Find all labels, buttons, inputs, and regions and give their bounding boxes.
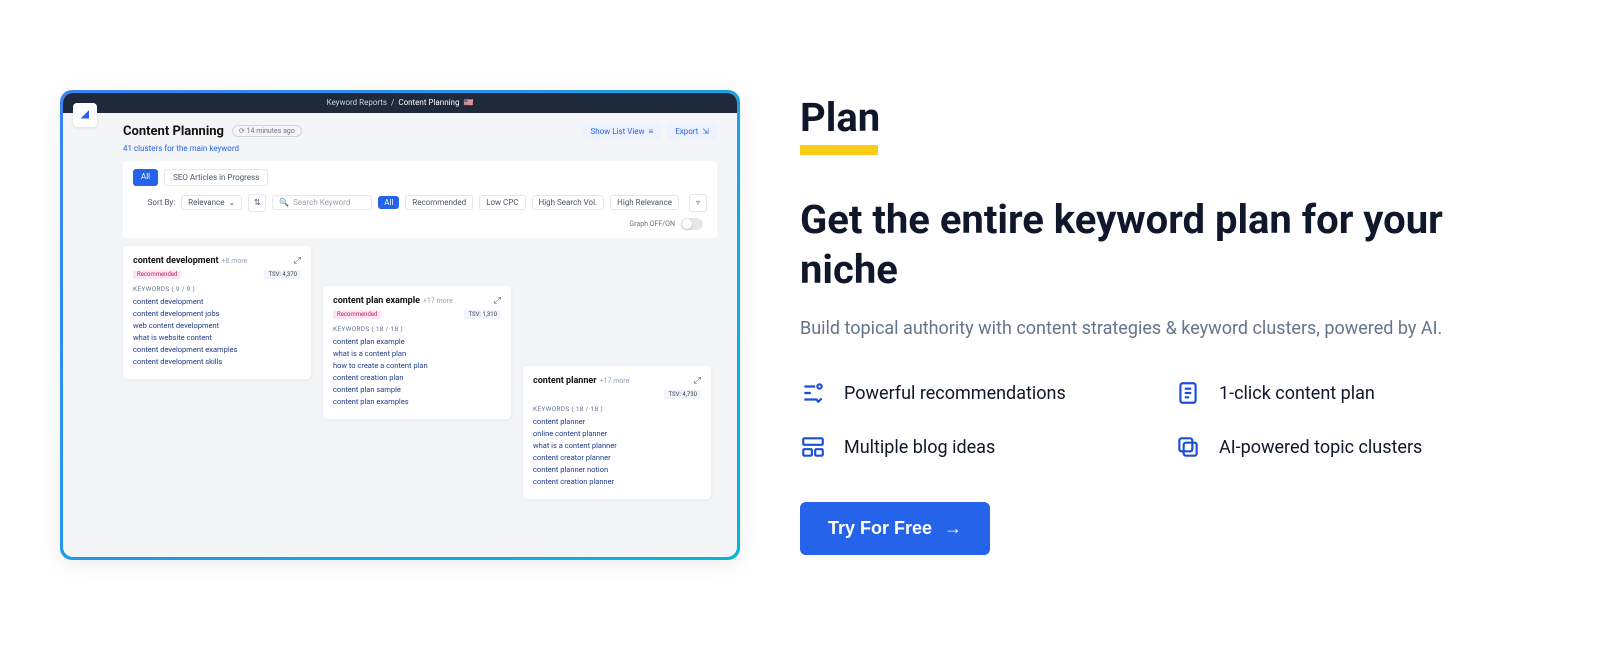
sort-select[interactable]: Relevance ⌄ [181, 195, 242, 210]
keyword-item[interactable]: what is website content [133, 333, 301, 342]
breadcrumb-current: Content Planning [398, 98, 459, 107]
flag-us-icon: 🇺🇸 [463, 98, 473, 107]
product-screenshot: Keyword Reports / Content Planning 🇺🇸 ◢ … [63, 93, 737, 557]
sort-label: Sort By: [148, 198, 176, 207]
keyword-item[interactable]: content creator planner [533, 453, 701, 462]
cluster-card[interactable]: content development+8 more ⤢ Recommended… [123, 246, 311, 379]
feature-label: AI-powered topic clusters [1219, 437, 1422, 458]
eyebrow-underline [800, 145, 878, 155]
expand-icon[interactable]: ⤢ [694, 376, 701, 386]
recommended-badge: Recommended [133, 270, 181, 279]
feature-label: Powerful recommendations [844, 383, 1066, 404]
keyword-item[interactable]: content plan examples [333, 397, 501, 406]
keyword-item[interactable]: content plan example [333, 337, 501, 346]
graph-toggle[interactable] [681, 218, 703, 230]
document-icon [1175, 380, 1201, 406]
tab-all[interactable]: All [133, 169, 158, 186]
cluster-card[interactable]: content plan example+17 more ⤢ Recommend… [323, 286, 511, 419]
keywords-header: KEYWORDS ( 18 / 18 ) [533, 405, 701, 413]
feature-topic-clusters: AI-powered topic clusters [1175, 434, 1520, 460]
breadcrumb-parent[interactable]: Keyword Reports [327, 98, 387, 107]
keyword-item[interactable]: content development examples [133, 345, 301, 354]
tsv-badge: TSV: 4,370 [264, 270, 301, 279]
feature-content-plan: 1-click content plan [1175, 380, 1520, 406]
export-button[interactable]: Export ⇲ [667, 123, 717, 140]
keyword-item[interactable]: content development [133, 297, 301, 306]
keyword-item[interactable]: content development skills [133, 357, 301, 366]
cluster-title: content development+8 more [133, 256, 247, 266]
feature-blog-ideas: Multiple blog ideas [800, 434, 1145, 460]
expand-icon[interactable]: ⤢ [494, 296, 501, 306]
filter-recommended[interactable]: Recommended [405, 195, 473, 210]
marketing-content: Plan Get the entire keyword plan for you… [800, 94, 1520, 555]
tab-seo-progress[interactable]: SEO Articles in Progress [164, 169, 268, 186]
product-screenshot-frame: Keyword Reports / Content Planning 🇺🇸 ◢ … [60, 90, 740, 560]
feature-grid: Powerful recommendations 1-click content… [800, 380, 1520, 460]
keyword-item[interactable]: content development jobs [133, 309, 301, 318]
layers-icon [1175, 434, 1201, 460]
keyword-item[interactable]: content planner [533, 417, 701, 426]
keyword-item[interactable]: content planner notion [533, 465, 701, 474]
layout-icon [800, 434, 826, 460]
filter-high-relevance[interactable]: High Relevance [610, 195, 679, 210]
app-logo[interactable]: ◢ [73, 103, 97, 127]
arrow-right-icon: → [944, 518, 962, 539]
timestamp-text: 14 minutes ago [247, 127, 295, 135]
try-free-button[interactable]: Try For Free → [800, 502, 990, 555]
show-list-view-button[interactable]: Show List View ≡ [583, 123, 662, 140]
tsv-badge: TSV: 1,310 [464, 310, 501, 319]
keywords-header: KEYWORDS ( 9 / 9 ) [133, 285, 301, 293]
sliders-icon [800, 380, 826, 406]
keyword-item[interactable]: content plan sample [333, 385, 501, 394]
cluster-title: content planner+17 more [533, 376, 629, 386]
feature-recommendations: Powerful recommendations [800, 380, 1145, 406]
filter-panel: All SEO Articles in Progress Sort By: Re… [123, 161, 717, 238]
section-eyebrow: Plan [800, 94, 1520, 141]
keyword-item[interactable]: web content development [133, 321, 301, 330]
tsv-badge: TSV: 4,730 [664, 390, 701, 399]
filter-icon[interactable]: ▿ [689, 194, 707, 212]
cta-label: Try For Free [828, 518, 932, 539]
page-title: Content Planning [123, 124, 224, 139]
chevron-down-icon: ⌄ [228, 198, 235, 207]
breadcrumb-sep: / [391, 98, 394, 107]
cluster-card[interactable]: content planner+17 more ⤢ TSV: 4,730 KEY… [523, 366, 711, 499]
keyword-item[interactable]: online content planner [533, 429, 701, 438]
filter-high-search[interactable]: High Search Vol. [532, 195, 605, 210]
timestamp-pill: ⟳ 14 minutes ago [232, 125, 302, 137]
keywords-header: KEYWORDS ( 18 / 18 ) [333, 325, 501, 333]
section-lead: Build topical authority with content str… [800, 315, 1520, 342]
filter-all[interactable]: All [378, 196, 399, 209]
feature-label: Multiple blog ideas [844, 437, 995, 458]
expand-icon[interactable]: ⤢ [294, 256, 301, 266]
feature-label: 1-click content plan [1219, 383, 1375, 404]
filter-low-cpc[interactable]: Low CPC [479, 195, 525, 210]
recommended-badge: Recommended [333, 310, 381, 319]
keyword-item[interactable]: how to create a content plan [333, 361, 501, 370]
keyword-item[interactable]: what is a content plan [333, 349, 501, 358]
graph-toggle-label: Graph OFF/ON [629, 220, 675, 228]
keyword-item[interactable]: what is a content planner [533, 441, 701, 450]
cluster-title: content plan example+17 more [333, 296, 453, 306]
search-input[interactable]: 🔍 Search Keyword [272, 195, 372, 210]
keyword-item[interactable]: content creation plan [333, 373, 501, 382]
sort-direction-button[interactable]: ⇅ [248, 194, 266, 212]
app-topbar: Keyword Reports / Content Planning 🇺🇸 [63, 93, 737, 113]
page-subtitle: 41 clusters for the main keyword [63, 144, 737, 161]
section-heading: Get the entire keyword plan for your nic… [800, 195, 1520, 295]
keyword-item[interactable]: content creation planner [533, 477, 701, 486]
